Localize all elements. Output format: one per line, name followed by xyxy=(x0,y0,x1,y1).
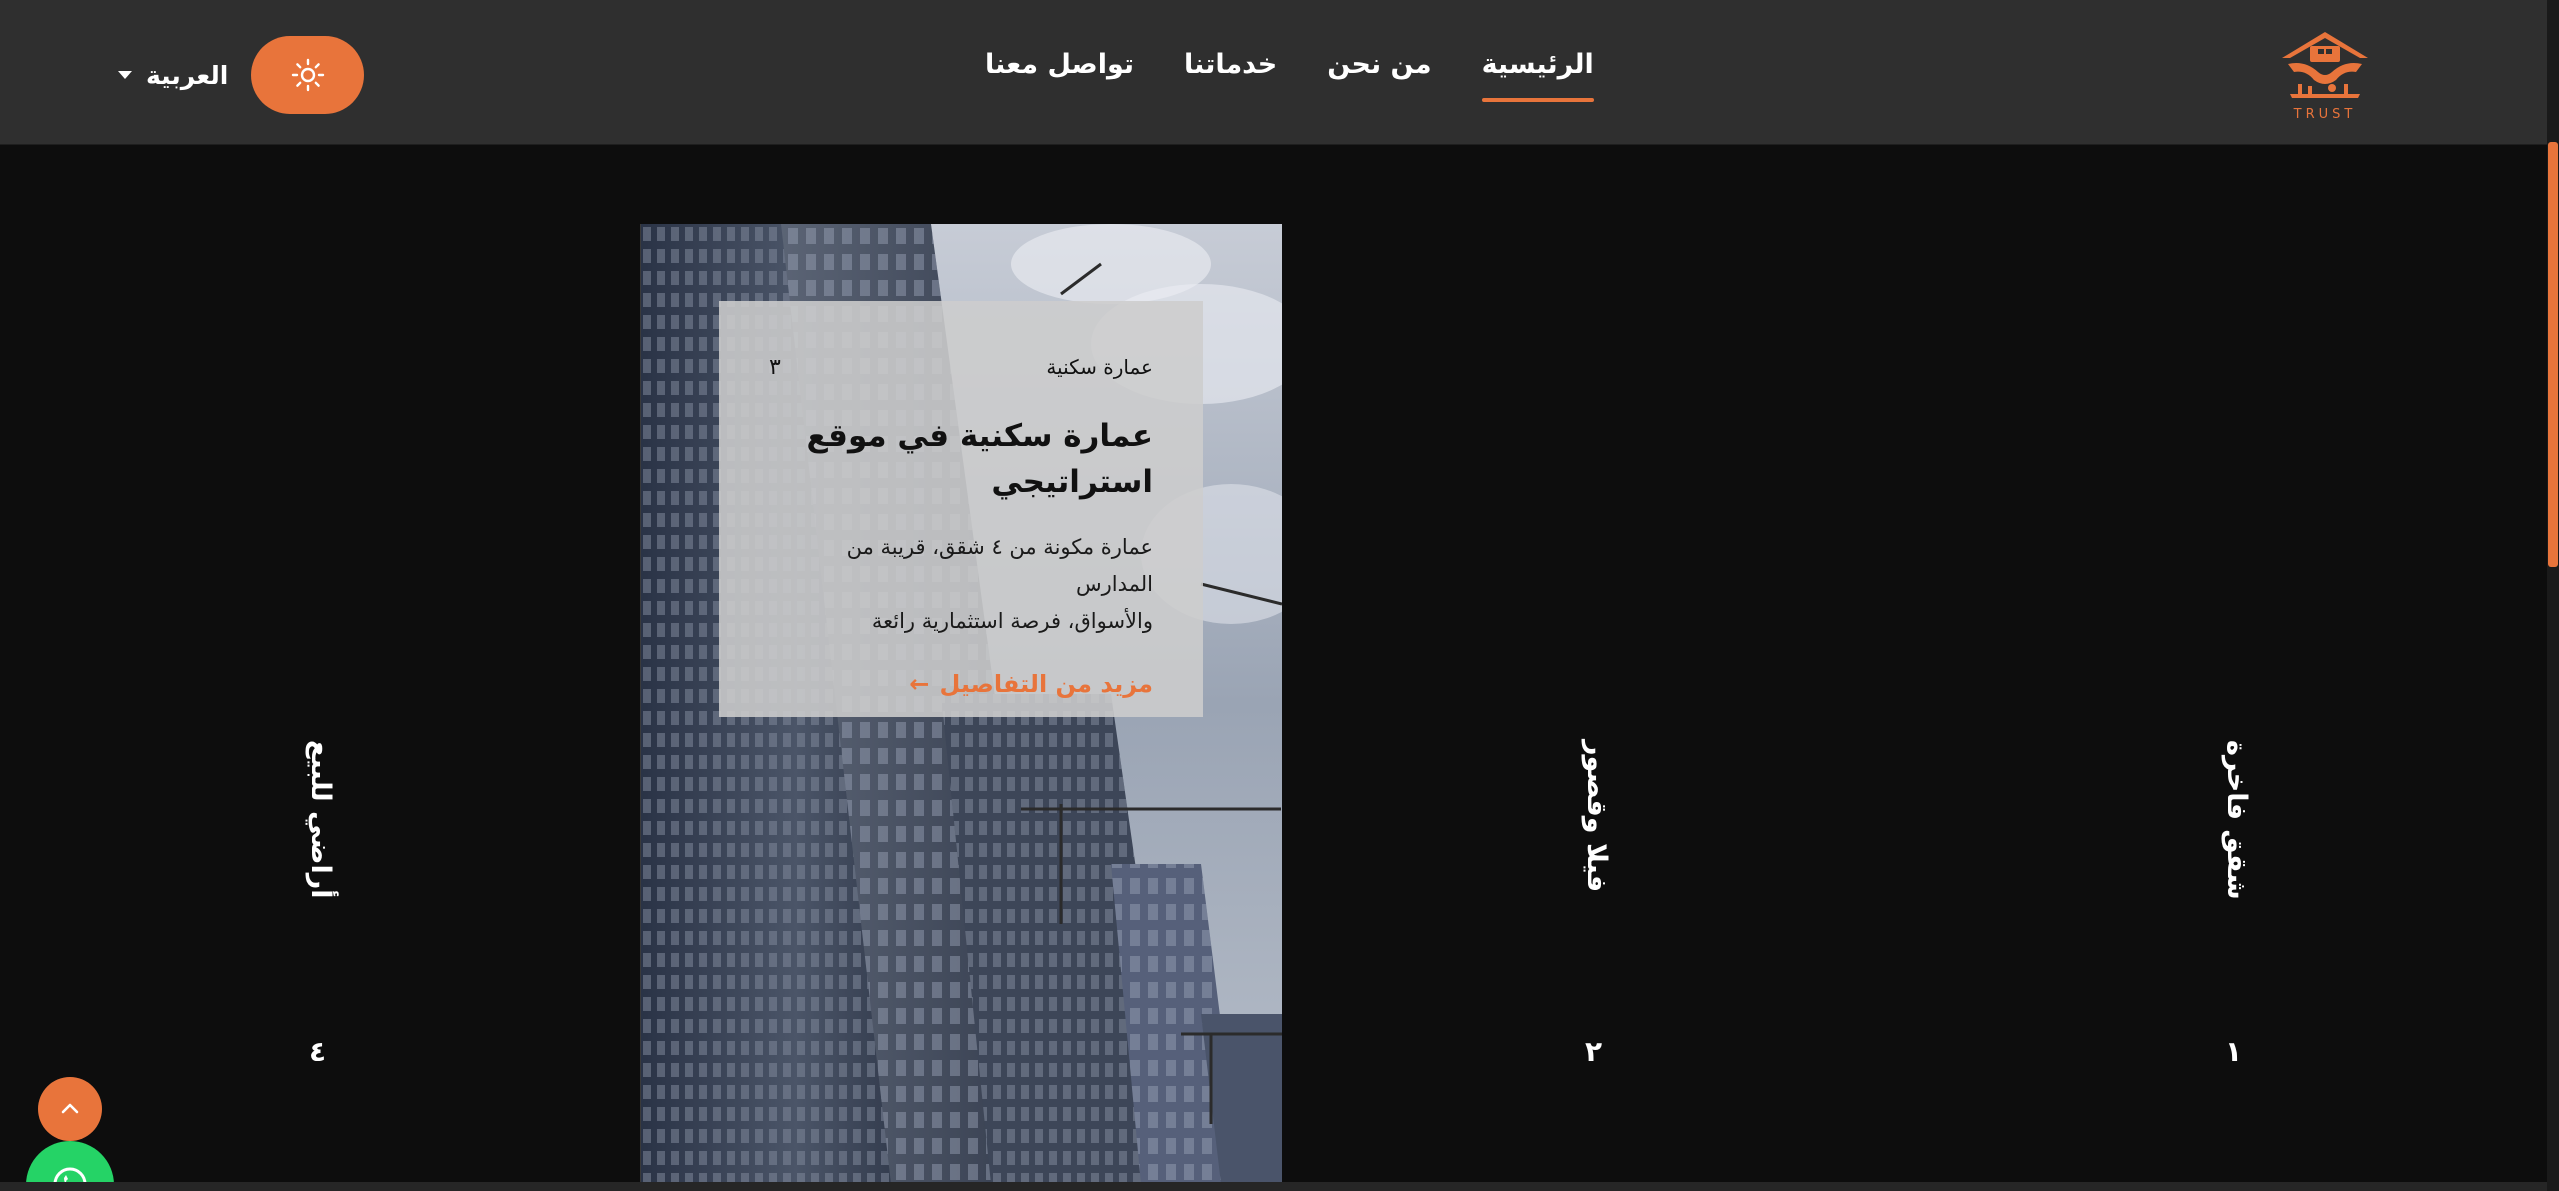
site-header: TRUST الرئيسية من نحن خدماتنا تواصل معنا xyxy=(0,0,2547,145)
slider-item-land[interactable]: أراضي للبيع ٤ xyxy=(297,740,357,1140)
property-description-line: والأسواق، فرصة استثمارية رائعة xyxy=(871,609,1153,633)
arrow-left-icon: ← xyxy=(909,670,930,698)
property-description-line: عمارة مكونة من ٤ شقق، قريبة من المدارس xyxy=(846,535,1153,596)
sun-icon xyxy=(291,58,324,92)
property-title-line: عمارة سكنية في موقع xyxy=(806,418,1153,454)
slider-item-number: ١ xyxy=(2225,1035,2243,1068)
brand-logo[interactable]: TRUST xyxy=(2270,28,2380,124)
property-category: عمارة سكنية xyxy=(1046,355,1153,379)
page-bottom-edge xyxy=(0,1182,2547,1191)
logo-subtext: TRUST xyxy=(2293,107,2357,122)
scrollbar-thumb[interactable] xyxy=(2548,142,2558,567)
chevron-up-icon xyxy=(61,1103,79,1114)
slider-item-number: ٤ xyxy=(309,1035,327,1068)
nav-about[interactable]: من نحن xyxy=(1327,40,1431,100)
nav-services[interactable]: خدماتنا xyxy=(1184,40,1277,100)
logo-icon: TRUST xyxy=(2282,32,2368,122)
property-info-card: عمارة سكنية ٣ عمارة سكنية في موقع استرات… xyxy=(719,301,1203,717)
property-index: ٣ xyxy=(769,354,781,380)
slider-item-label: شقق فاخرة xyxy=(2221,740,2252,900)
property-description: عمارة مكونة من ٤ شقق، قريبة من المدارس و… xyxy=(769,529,1153,640)
caret-down-icon xyxy=(118,71,132,79)
slider-item-number: ٢ xyxy=(1585,1035,1603,1068)
property-title: عمارة سكنية في موقع استراتيجي xyxy=(769,413,1153,505)
slider-item-villas[interactable]: فيلا وقصور ٢ xyxy=(1573,740,1633,1140)
featured-property-panel[interactable]: عمارة سكنية ٣ عمارة سكنية في موقع استرات… xyxy=(640,224,1282,1184)
slider-item-luxury-apartments[interactable]: شقق فاخرة ١ xyxy=(2213,740,2273,1140)
theme-toggle-button[interactable] xyxy=(251,36,364,114)
nav-home[interactable]: الرئيسية xyxy=(1481,40,1595,102)
slider-item-label: فيلا وقصور xyxy=(1581,740,1612,893)
more-details-label: مزيد من التفاصيل xyxy=(939,670,1153,698)
language-label: العربية xyxy=(146,60,229,90)
nav-contact[interactable]: تواصل معنا xyxy=(985,40,1134,100)
scroll-to-top-button[interactable] xyxy=(38,1077,102,1141)
main-nav: الرئيسية من نحن خدماتنا تواصل معنا xyxy=(985,40,1595,102)
page: TRUST الرئيسية من نحن خدماتنا تواصل معنا xyxy=(0,0,2559,1191)
language-select[interactable]: العربية xyxy=(118,52,228,98)
more-details-link[interactable]: مزيد من التفاصيل ← xyxy=(769,670,1153,698)
slider-item-label: أراضي للبيع xyxy=(305,740,336,899)
property-title-line: استراتيجي xyxy=(991,464,1153,500)
